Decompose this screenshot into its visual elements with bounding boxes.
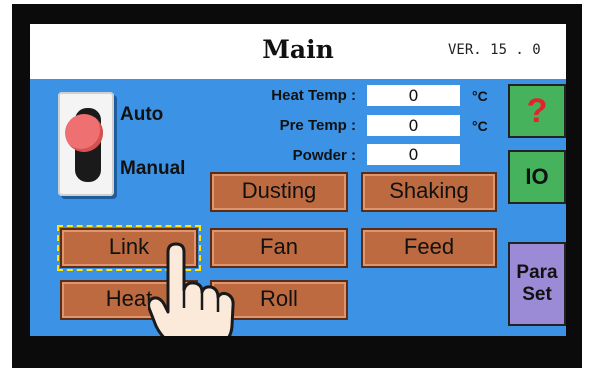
title-bar: Main VER. 15 . 0	[30, 24, 566, 79]
help-button[interactable]: ?	[508, 84, 566, 138]
heat-temp-field[interactable]: 0	[367, 85, 460, 106]
question-mark-icon: ?	[526, 92, 548, 130]
pre-temp-unit: °C	[472, 118, 488, 134]
powder-label: Powder :	[292, 147, 356, 164]
para-set-label-line2: Set	[522, 284, 552, 305]
shaking-button[interactable]: Shaking	[361, 172, 497, 212]
para-set-label-line1: Para	[516, 262, 558, 283]
version-label: VER. 15 . 0	[448, 42, 541, 58]
powder-field[interactable]: 0	[367, 144, 460, 165]
dusting-button-label: Dusting	[241, 178, 317, 203]
para-set-button[interactable]: Para Set	[508, 242, 566, 326]
pre-temp-label: Pre Temp :	[279, 117, 356, 134]
io-button[interactable]: IO	[508, 150, 566, 204]
hmi-screen: Main VER. 15 . 0 Auto Manual Heat Temp :…	[30, 24, 566, 336]
pointing-hand-icon	[148, 242, 235, 336]
heat-temp-label: Heat Temp :	[271, 87, 356, 104]
shaking-button-label: Shaking	[389, 178, 469, 203]
feed-button-label: Feed	[403, 234, 455, 259]
dusting-button[interactable]: Dusting	[210, 172, 348, 212]
io-button-label: IO	[525, 164, 549, 189]
manual-label: Manual	[120, 158, 186, 179]
page-title: Main	[262, 35, 334, 64]
auto-label: Auto	[120, 104, 164, 125]
feed-button[interactable]: Feed	[361, 228, 497, 268]
pre-temp-field[interactable]: 0	[367, 115, 460, 136]
toggle-knob	[65, 114, 103, 152]
auto-manual-toggle[interactable]	[58, 92, 114, 196]
heat-temp-unit: °C	[472, 88, 488, 104]
